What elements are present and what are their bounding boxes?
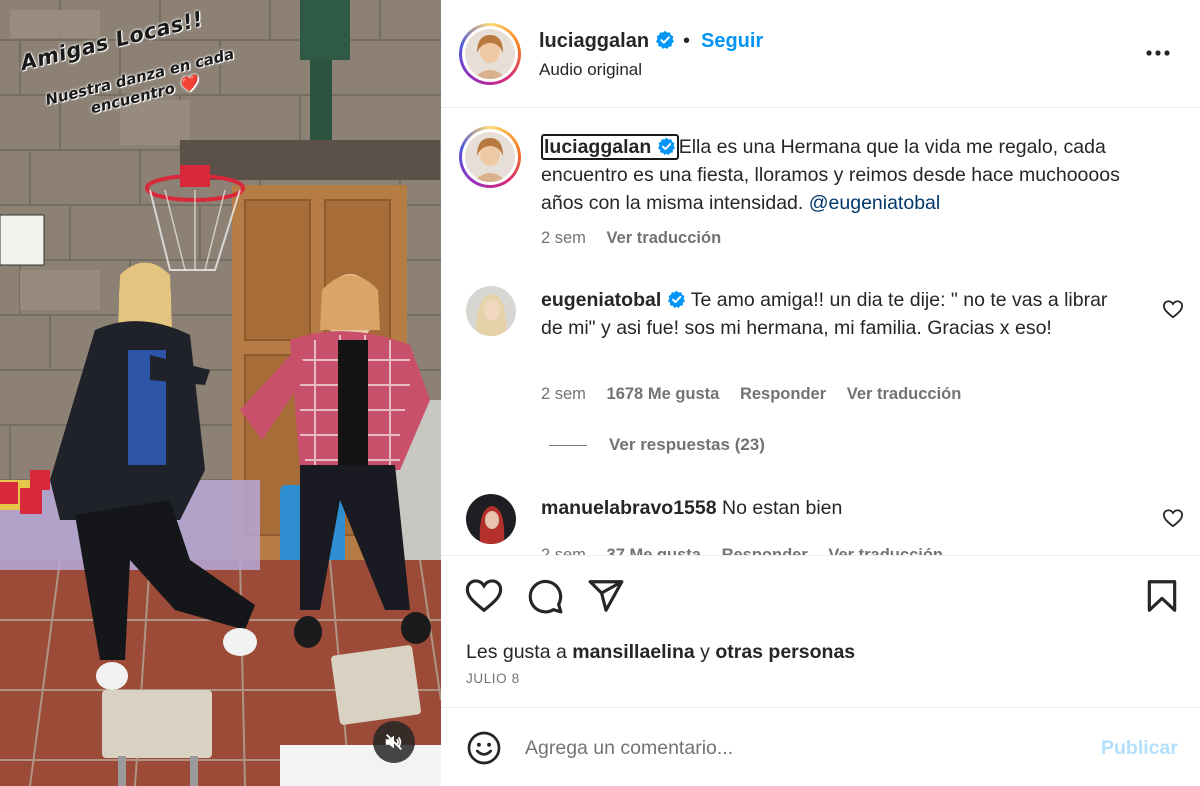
- avatar-photo: [465, 29, 515, 79]
- caption-author-avatar[interactable]: [459, 126, 521, 188]
- caption-text-block: luciaggalan Ella es una Hermana que la v…: [541, 133, 1121, 217]
- caption-mention-link[interactable]: @eugeniatobal: [809, 192, 940, 214]
- replies-divider-line: [549, 445, 587, 447]
- likes-summary: Les gusta a mansillaelina y otras person…: [466, 641, 855, 664]
- mute-button[interactable]: [373, 721, 415, 763]
- likes-joiner: y: [700, 641, 710, 663]
- header-separator: •: [683, 30, 691, 52]
- caption-translate-button[interactable]: Ver traducción: [607, 229, 722, 247]
- post-header: luciaggalan • Seguir Audio original: [441, 0, 1200, 108]
- add-comment-bar: Publicar: [441, 707, 1200, 786]
- likes-prefix: Les gusta a: [466, 641, 567, 663]
- comment-input[interactable]: [525, 732, 1085, 764]
- comment-reply-button[interactable]: Responder: [722, 546, 808, 555]
- comment-meta: 2 sem 1678 Me gusta Responder Ver traduc…: [541, 385, 961, 404]
- verified-badge-icon: [657, 137, 675, 156]
- comment-text: No estan bien: [722, 497, 843, 519]
- bookmark-icon[interactable]: [1143, 577, 1181, 615]
- view-replies-button[interactable]: Ver respuestas (23): [549, 435, 765, 455]
- comment-time[interactable]: 2 sem: [541, 385, 586, 403]
- post-date[interactable]: JULIO 8: [466, 671, 520, 686]
- comment-likes-count[interactable]: 1678 Me gusta: [607, 385, 720, 403]
- comment-translate-button[interactable]: Ver traducción: [828, 546, 943, 555]
- verified-badge-icon: [667, 290, 685, 309]
- avatar-photo: [466, 494, 516, 544]
- comment-username[interactable]: manuelabravo1558: [541, 497, 717, 519]
- view-replies-label: Ver respuestas (23): [609, 435, 765, 454]
- post-actions: Les gusta a mansillaelina y otras person…: [441, 555, 1200, 707]
- comments-list[interactable]: luciaggalan Ella es una Hermana que la v…: [441, 109, 1200, 555]
- share-icon[interactable]: [587, 577, 625, 615]
- comment-reply-button[interactable]: Responder: [740, 385, 826, 403]
- other-likers-button[interactable]: otras personas: [715, 641, 855, 663]
- comment-text-block: manuelabravo1558 No estan bien: [541, 494, 1121, 522]
- caption-meta: 2 sem Ver traducción: [541, 229, 721, 248]
- liker-username[interactable]: mansillaelina: [572, 641, 694, 663]
- caption-time[interactable]: 2 sem: [541, 229, 586, 247]
- avatar-photo: [465, 132, 515, 182]
- follow-button[interactable]: Seguir: [701, 30, 763, 53]
- comment-likes-count[interactable]: 37 Me gusta: [607, 546, 701, 555]
- verified-badge-icon: [655, 30, 674, 49]
- speaker-muted-icon: [385, 734, 402, 750]
- comment-icon[interactable]: [526, 577, 564, 615]
- comment-like-heart-icon[interactable]: [1162, 299, 1184, 319]
- comment-meta: 2 sem 37 Me gusta Responder Ver traducci…: [541, 546, 943, 555]
- more-options-icon[interactable]: [1143, 40, 1173, 66]
- author-username[interactable]: luciaggalan: [539, 30, 675, 53]
- avatar-photo: [466, 286, 516, 336]
- publish-button[interactable]: Publicar: [1101, 737, 1178, 760]
- commenter-avatar[interactable]: [466, 494, 516, 544]
- caption-username[interactable]: luciaggalan: [541, 134, 679, 160]
- heart-icon[interactable]: [465, 577, 503, 615]
- emoji-icon[interactable]: [466, 730, 502, 766]
- comment-time[interactable]: 2 sem: [541, 546, 586, 555]
- comment-translate-button[interactable]: Ver traducción: [847, 385, 962, 403]
- author-avatar[interactable]: [459, 23, 521, 85]
- commenter-avatar[interactable]: [466, 286, 516, 336]
- comment-text-block: eugeniatobal Te amo amiga!! un dia te di…: [541, 286, 1121, 342]
- post-panel: luciaggalan • Seguir Audio original luci…: [441, 0, 1200, 786]
- post-media[interactable]: Amigas Locas!! Nuestra danza en cada enc…: [0, 0, 441, 786]
- comment-like-heart-icon[interactable]: [1162, 508, 1184, 528]
- audio-label[interactable]: Audio original: [539, 60, 642, 80]
- comment-username[interactable]: eugeniatobal: [541, 289, 686, 311]
